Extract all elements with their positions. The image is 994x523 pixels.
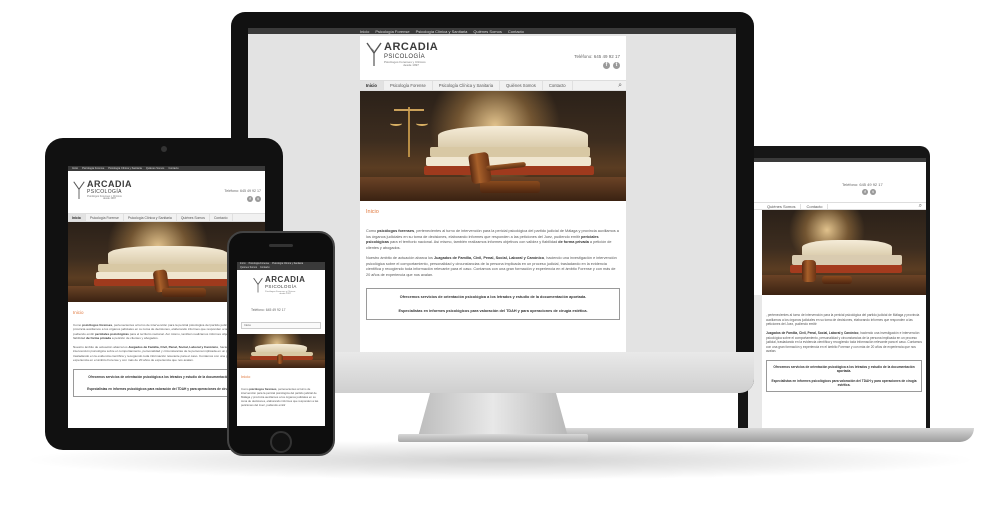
twitter-icon[interactable]: t: [870, 189, 876, 195]
desktop-site: ARCADIA PSICOLOGÍA Psicólogos Forenses y…: [360, 36, 626, 352]
main-nav: Quiénes Somos Contacto ⌕: [748, 202, 926, 210]
logo-subtitle: PSICOLOGÍA: [87, 188, 122, 195]
imac-foot: [398, 434, 588, 442]
mobile-menu-select[interactable]: Inicio: [241, 322, 321, 329]
main-nav: Inicio Psicología Forense Psicología Clí…: [68, 213, 265, 222]
twitter-icon[interactable]: t: [613, 62, 620, 69]
search-icon[interactable]: ⌕: [919, 203, 922, 209]
topbar-link-clinica[interactable]: Psicología Clínica y Sanitaria: [416, 29, 468, 34]
nav-item-inicio[interactable]: Inicio: [68, 214, 86, 221]
nav-item-forense[interactable]: Psicología Forense: [384, 81, 433, 90]
scope-paragraph: Juzgados de Familia, Civil, Penal, Socia…: [766, 330, 922, 354]
site-header: Teléfono: 645 49 92 17 f t: [748, 162, 926, 202]
nav-item-clinica[interactable]: Psicología Clínica y Sanitaria: [124, 214, 177, 221]
nav-item-clinica[interactable]: Psicología Clínica y Sanitaria: [433, 81, 501, 90]
topbar: Inicio Psicología Forense Psicología Clí…: [248, 28, 736, 34]
main-nav: Inicio Psicología Forense Psicología Clí…: [360, 80, 626, 91]
offer-orientation: Ofrecemos servicios de orientación psico…: [773, 365, 915, 374]
phone-site: Inicio Psicología Forense Psicología Clí…: [237, 262, 325, 426]
facebook-icon[interactable]: f: [247, 196, 253, 202]
logo-since: desde 1997: [279, 292, 291, 295]
search-icon[interactable]: ⌕: [618, 82, 622, 90]
site-header: ARCADIA PSICOLOGÍA Psicólogos Forenses y…: [360, 36, 626, 74]
topbar-link-inicio[interactable]: Inicio: [240, 262, 246, 266]
logo-since: desde 1997: [102, 197, 117, 200]
content: Inicio Como psicólogos forenses, pertene…: [237, 368, 325, 407]
nav-item-inicio[interactable]: Inicio: [360, 81, 384, 90]
tablet-camera: [161, 146, 167, 152]
nav-item-quienes-somos[interactable]: Quiénes Somos: [762, 203, 802, 209]
section-title: Inicio: [241, 374, 251, 379]
topbar-link-forense[interactable]: Psicología Forense: [82, 167, 104, 170]
topbar-link-quienes[interactable]: Quiénes Somos: [146, 167, 164, 170]
offer-orientation: Ofrecemos servicios de orientación psico…: [399, 295, 587, 299]
logo-since: desde 1997: [403, 62, 419, 67]
logo-subtitle: PSICOLOGÍA: [265, 284, 297, 289]
services-box: Ofrecemos servicios de orientación psico…: [766, 360, 922, 393]
logo: ARCADIA PSICOLOGÍA Psicólogos Forenses y…: [253, 276, 305, 295]
facebook-icon[interactable]: f: [603, 62, 610, 69]
topbar-link-inicio[interactable]: Inicio: [72, 167, 78, 170]
offer-tdah: Especialistas en informes psicológicos p…: [771, 379, 917, 388]
site-header: ARCADIA PSICOLOGÍA Psicólogos Forenses y…: [237, 270, 325, 316]
social-links: f t: [247, 196, 261, 202]
phone-home-button[interactable]: [270, 431, 292, 453]
topbar-link-inicio[interactable]: Inicio: [360, 29, 369, 34]
facebook-icon[interactable]: f: [862, 189, 868, 195]
topbar-link-clinica[interactable]: Psicología Clínica y Sanitaria: [272, 262, 303, 266]
laptop-site: Teléfono: 645 49 92 17 f t Quiénes Somos…: [748, 158, 926, 428]
mobile-menu-selected: Inicio: [244, 323, 252, 327]
imac-stand: [418, 393, 568, 437]
phone-number: Teléfono: 645 49 92 17: [251, 308, 286, 312]
nav-item-contacto[interactable]: Contacto: [210, 214, 233, 221]
laptop-screen: Teléfono: 645 49 92 17 f t Quiénes Somos…: [748, 158, 926, 428]
hero-image: [237, 334, 325, 368]
topbar-link-clinica[interactable]: Psicología Clínica y Sanitaria: [108, 167, 142, 170]
intro-paragraph: Como psicólogos forenses, pertenecientes…: [366, 229, 619, 250]
logo-name: ARCADIA: [265, 275, 306, 284]
nav-item-quienes-somos[interactable]: Quiénes Somos: [177, 214, 210, 221]
topbar-link-forense[interactable]: Psicología Forense: [375, 29, 409, 34]
social-links: f t: [862, 189, 876, 195]
services-box: Ofrecemos servicios de orientación psico…: [366, 288, 620, 320]
content: Inicio Como psicólogos forenses, pertene…: [360, 201, 626, 320]
scope-paragraph: Nuestro ámbito de actuación abarca los J…: [366, 256, 617, 277]
content: , pertenecientes al turno de intervenció…: [762, 295, 926, 428]
section-title: Inicio: [366, 209, 379, 215]
topbar-link-forense[interactable]: Psicología Forense: [249, 262, 269, 266]
nav-item-forense[interactable]: Psicología Forense: [86, 214, 124, 221]
twitter-icon[interactable]: t: [255, 196, 261, 202]
hero-image: [360, 91, 626, 201]
nav-item-contacto[interactable]: Contacto: [543, 81, 573, 90]
phone-number: Teléfono: 645 49 92 17: [224, 189, 261, 193]
offer-tdah: Especialistas en informes psicológicos p…: [398, 309, 588, 313]
nav-item-quienes-somos[interactable]: Quiénes Somos: [500, 81, 543, 90]
hero-image: [748, 210, 926, 295]
social-links: f t: [603, 62, 620, 69]
phone-speaker: [269, 244, 293, 247]
logo: ARCADIA PSICOLOGÍA Psicólogos Forenses y…: [366, 41, 438, 67]
logo-name: ARCADIA: [87, 178, 132, 189]
phone-number: Teléfono: 645 49 92 17: [574, 54, 620, 59]
topbar-link-quienes[interactable]: Quiénes Somos: [473, 29, 501, 34]
topbar-link-contacto[interactable]: Contacto: [168, 167, 178, 170]
topbar-link-contacto[interactable]: Contacto: [508, 29, 524, 34]
logo-icon: [366, 42, 382, 66]
logo-name: ARCADIA: [384, 40, 439, 53]
intro-paragraph: , pertenecientes al turno de intervenció…: [766, 313, 920, 327]
site-header: ARCADIA PSICOLOGÍA Psicólogos Forenses y…: [68, 171, 265, 209]
logo-icon: [253, 278, 263, 293]
logo: ARCADIA PSICOLOGÍA Psicólogos Forenses y…: [73, 179, 132, 201]
logo-icon: [73, 181, 85, 199]
intro-paragraph: Como psicólogos forenses, pertenecientes…: [241, 387, 319, 408]
logo-subtitle: PSICOLOGÍA: [384, 53, 426, 60]
phone-number: Teléfono: 645 49 92 17: [842, 182, 883, 187]
nav-item-contacto[interactable]: Contacto: [801, 203, 829, 209]
topbar: Inicio Psicología Forense Psicología Clí…: [237, 262, 325, 270]
